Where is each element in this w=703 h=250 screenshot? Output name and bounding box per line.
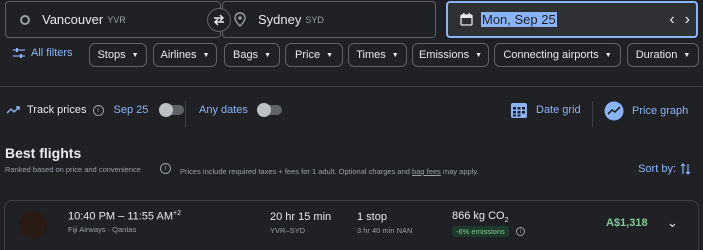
location-pin-icon [234,12,246,27]
ranking-note: Ranked based on price and convenience [5,164,177,176]
destination-field[interactable]: Sydney SYD [222,1,436,38]
destination-code: SYD [305,14,324,25]
track-prices-date: Sep 25 [113,104,149,116]
bag-fees-link[interactable]: bag fees [412,167,441,176]
dropdown-caret-icon: ▼ [604,51,612,59]
filter-chip-bags[interactable]: Bags ▼ [224,43,280,67]
filter-chip-emissions[interactable]: Emissions ▼ [412,43,489,67]
stop-count: 1 stop [357,211,387,223]
info-icon[interactable]: i [92,104,104,116]
dropdown-caret-icon: ▼ [131,51,139,59]
dropdown-caret-icon: ▼ [683,51,691,59]
best-flights-heading: Best flights [5,145,82,161]
layover-info: 3 hr 40 min NAN [357,226,413,235]
previous-date-icon[interactable]: ‹ [669,11,674,29]
sort-icon [680,163,691,175]
emissions-amount: 866 kg CO [452,210,505,222]
flight-price: A$1,318 [606,217,648,229]
flight-result-card[interactable]: 10:40 PM – 11:55 AM+2 Fiji Airways · Qan… [4,200,699,250]
prices-note-suffix: may apply. [442,167,479,176]
emissions-info-icon[interactable]: i [516,227,525,236]
any-dates-toggle[interactable] [256,103,282,117]
origin-code: YVR [107,14,126,25]
price-graph-label: Price graph [632,105,689,117]
filter-chip-times[interactable]: Times ▼ [348,43,407,67]
dropdown-caret-icon: ▼ [202,51,210,59]
dropdown-caret-icon: ▼ [475,51,483,59]
origin-city: Vancouver [42,12,104,27]
swap-button[interactable] [207,8,231,32]
any-dates-control: Any dates [199,103,282,117]
trending-icon [6,106,20,114]
sort-by-button[interactable]: Sort by: [638,163,691,175]
filter-chip-duration[interactable]: Duration ▼ [627,43,699,67]
section-divider [0,86,703,87]
flight-duration: 20 hr 15 min [270,211,332,223]
filter-chip-connecting-airports[interactable]: Connecting airports ▼ [494,43,621,67]
all-filters-button[interactable]: All filters [13,47,73,59]
sort-by-label: Sort by: [638,163,676,175]
filter-chip-stops[interactable]: Stops ▼ [89,43,147,67]
vertical-separator [592,101,593,127]
operating-airlines: Fiji Airways · Qantas [68,225,137,234]
expand-chevron-icon[interactable]: ⌄ [667,215,678,231]
chip-label: Connecting airports [503,49,599,61]
ranking-info-icon[interactable]: i [160,163,171,174]
search-bar: Vancouver YVR Sydney SYD Mon, Sep 25 ‹ › [0,0,703,40]
prices-note-text: Prices include required taxes + fees for… [180,167,410,176]
chip-label: Emissions [418,49,470,61]
filter-bar: All filters Stops ▼ Airlines ▼ Bags ▼ Price… [0,43,703,67]
price-graph-button[interactable]: Price graph [604,101,688,121]
date-grid-button[interactable]: Date grid [510,101,581,119]
dropdown-caret-icon: ▼ [326,51,333,59]
departure-date-field[interactable]: Mon, Sep 25 ‹ › [446,1,698,38]
dropdown-caret-icon: ▼ [264,51,271,59]
filter-sliders-icon [13,47,25,58]
emissions-subscript: 2 [504,217,509,225]
chip-label: Duration [635,49,678,61]
arrival-time: 11:55 AM [127,210,173,223]
chip-label: Bags [232,49,259,61]
chip-label: Stops [97,49,126,61]
flight-route: YVR–SYD [270,226,306,235]
date-grid-icon [511,103,527,118]
chip-label: Times [356,49,386,61]
all-filters-label: All filters [31,47,73,59]
filter-chip-airlines[interactable]: Airlines ▼ [153,43,217,67]
destination-city: Sydney [258,12,302,27]
origin-field[interactable]: Vancouver YVR [5,1,221,38]
dropdown-caret-icon: ▼ [391,51,399,59]
track-prices-label: Track prices [27,104,87,116]
day-offset: +2 [173,210,181,217]
filter-chip-price[interactable]: Price ▼ [285,43,343,67]
date-grid-label: Date grid [536,104,581,116]
departure-date: Mon, Sep 25 [481,12,557,27]
ranked-text: Ranked based on price and convenience [5,165,141,174]
swap-icon [214,14,224,26]
price-graph-icon [604,101,624,121]
chip-label: Price [295,49,321,61]
calendar-icon [460,13,473,26]
origin-circle-icon [20,14,30,25]
info-icon: i [160,163,171,174]
emissions-value: 866 kg CO2 [452,210,509,224]
departure-time: 10:40 PM [68,210,116,223]
vertical-separator [185,101,186,127]
airline-logo [19,211,47,239]
info-icon: i [516,227,525,236]
any-dates-label: Any dates [199,104,248,116]
track-prices-toggle[interactable] [159,103,185,117]
emissions-badge: -6% emissions [452,226,509,237]
next-date-icon[interactable]: › [685,11,690,29]
prices-note: Prices include required taxes + fees for… [180,167,500,176]
track-prices-row: Track prices i Sep 25 Any dates Date gri… [0,101,703,127]
chip-label: Airlines [160,49,197,61]
flight-times: 10:40 PM – 11:55 AM+2 [68,210,181,223]
